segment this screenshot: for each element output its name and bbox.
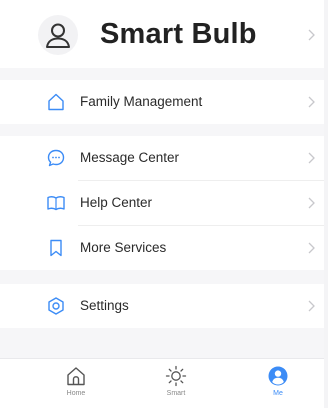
menu-item-more-services[interactable]: More Services (0, 226, 324, 270)
tab-label: Smart (166, 390, 186, 397)
home-outline-icon (67, 367, 85, 386)
user-filled-icon (268, 366, 288, 386)
menu-item-settings[interactable]: Settings (0, 284, 324, 328)
section-gap (0, 68, 324, 80)
tab-home[interactable]: Home (46, 359, 106, 408)
section-gap (0, 328, 324, 358)
menu-item-label: Message Center (80, 150, 180, 165)
section-gap (0, 124, 324, 136)
menu-item-label: Help Center (80, 195, 153, 210)
bookmark-icon (50, 239, 62, 257)
menu-item-family-management[interactable]: Family Management (0, 80, 324, 124)
home-outline-icon (48, 93, 64, 111)
menu-item-label: Settings (80, 298, 129, 313)
tab-label: Home (66, 390, 86, 397)
menu-item-label: More Services (80, 240, 167, 255)
me-screen: Smart Bulb Family Management Message Cen… (0, 0, 328, 408)
chevron-right-icon (308, 29, 315, 41)
chevron-right-icon (308, 242, 315, 254)
right-edge-strip (324, 0, 328, 408)
sun-icon (165, 365, 187, 387)
chevron-right-icon (308, 197, 315, 209)
tab-label: Me (273, 390, 283, 397)
chat-bubble-icon (47, 149, 65, 167)
tab-me[interactable]: Me (248, 359, 308, 408)
menu-item-message-center[interactable]: Message Center (0, 136, 324, 180)
tab-smart[interactable]: Smart (146, 359, 206, 408)
book-open-icon (47, 196, 65, 211)
avatar[interactable] (38, 15, 78, 55)
profile-header[interactable]: Smart Bulb (0, 0, 324, 68)
bottom-tab-bar: Home Smart Me (0, 358, 324, 408)
profile-name: Smart Bulb (100, 18, 257, 50)
chevron-right-icon (308, 96, 315, 108)
section-gap (0, 270, 324, 284)
hexagon-gear-icon (48, 297, 64, 315)
menu-item-help-center[interactable]: Help Center (0, 181, 324, 225)
chevron-right-icon (308, 152, 315, 164)
chevron-right-icon (308, 300, 315, 312)
menu-item-label: Family Management (80, 94, 203, 109)
user-outline-icon (46, 23, 70, 48)
